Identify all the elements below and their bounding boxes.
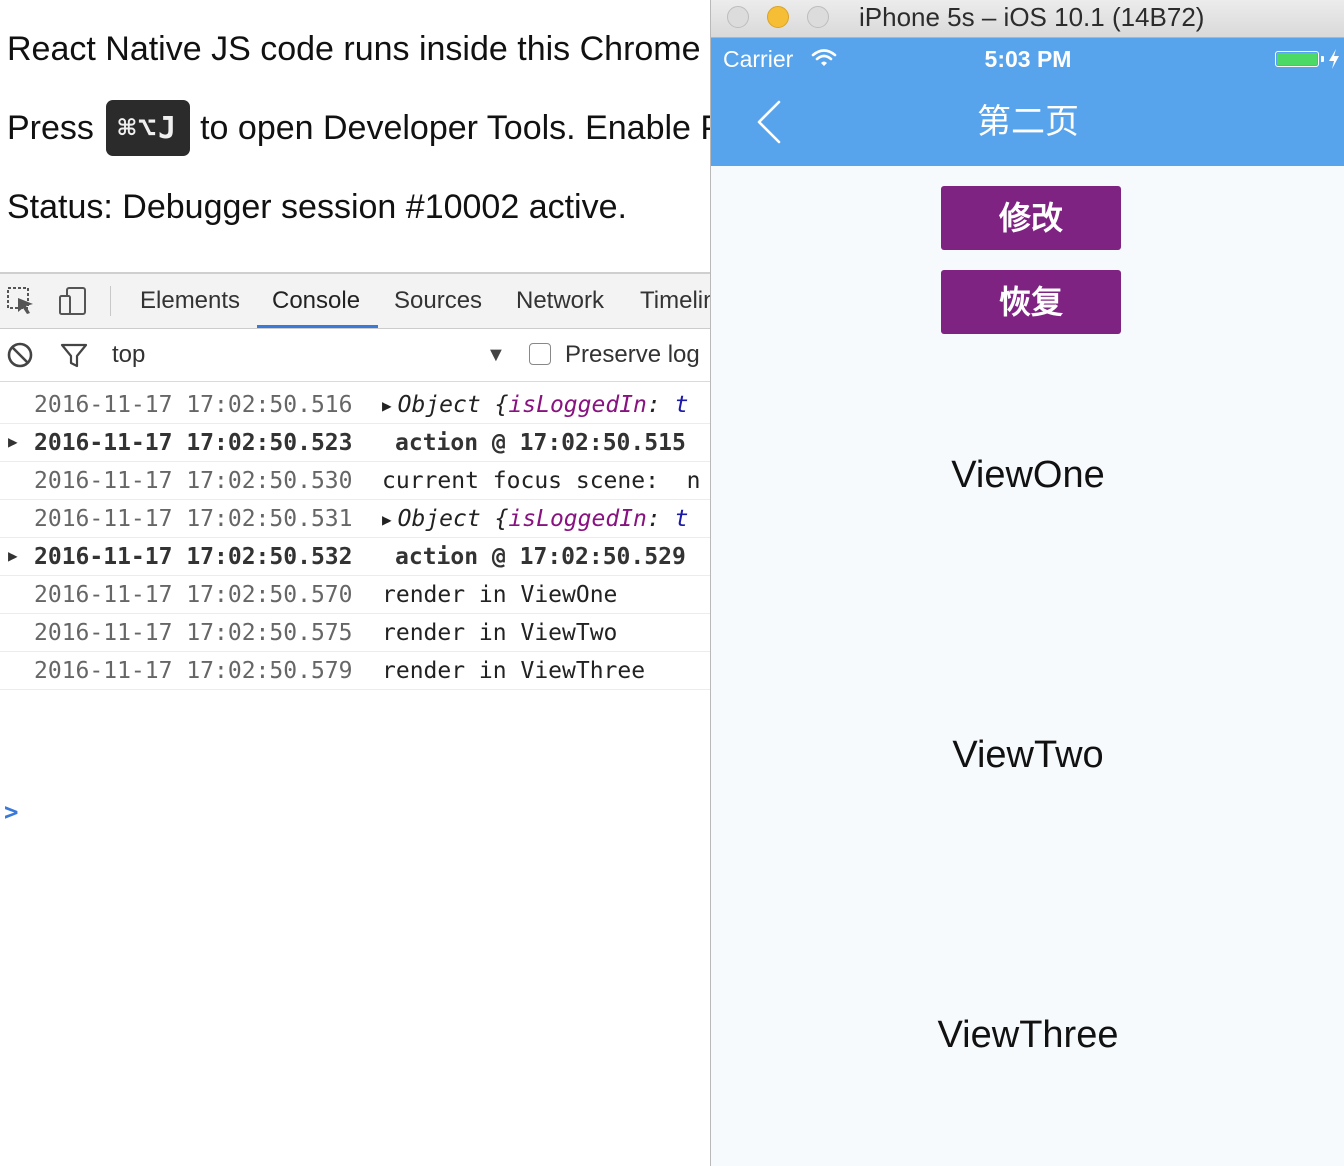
- close-window-button[interactable]: [727, 6, 749, 28]
- clear-console-icon[interactable]: [6, 341, 34, 369]
- tab-elements[interactable]: Elements: [140, 274, 240, 328]
- preserve-log-label: Preserve log: [565, 341, 700, 368]
- tab-network[interactable]: Network: [516, 274, 604, 328]
- console-row[interactable]: 2016-11-17 17:02:50.516 ▶ Object {isLogge…: [0, 386, 710, 424]
- console-row[interactable]: ▶ 2016-11-17 17:02:50.532 action @ 17:02…: [0, 538, 710, 576]
- console-row[interactable]: 2016-11-17 17:02:50.530 current focus sc…: [0, 462, 710, 500]
- log-timestamp: 2016-11-17 17:02:50.579: [34, 658, 353, 684]
- minimize-window-button[interactable]: [767, 6, 789, 28]
- tab-sources[interactable]: Sources: [394, 274, 482, 328]
- tab-timeline[interactable]: Timeline: [640, 274, 710, 328]
- intro-text: React Native JS code runs inside this Ch…: [7, 30, 710, 68]
- view-one-label: ViewOne: [951, 454, 1105, 496]
- log-timestamp: 2016-11-17 17:02:50.532: [34, 544, 353, 570]
- console-row[interactable]: 2016-11-17 17:02:50.570 render in ViewOn…: [0, 576, 710, 614]
- device-toolbar-icon[interactable]: [58, 286, 88, 316]
- log-timestamp: 2016-11-17 17:02:50.575: [34, 620, 353, 646]
- charging-bolt-icon: [1329, 49, 1339, 69]
- expand-triangle-icon[interactable]: ▶: [8, 432, 18, 451]
- active-tab-indicator: [257, 325, 378, 328]
- log-message: render in ViewTwo: [382, 620, 618, 646]
- filter-icon[interactable]: [60, 341, 88, 369]
- log-message: render in ViewThree: [382, 658, 646, 684]
- toolbar-divider: [110, 286, 111, 316]
- battery-icon: [1275, 51, 1319, 67]
- simulator-titlebar: iPhone 5s – iOS 10.1 (14B72): [711, 0, 1344, 38]
- battery-tip: [1321, 56, 1324, 62]
- log-message: action @ 17:02:50.515: [395, 430, 686, 456]
- simulator-title: iPhone 5s – iOS 10.1 (14B72): [859, 2, 1205, 32]
- nav-title: 第二页: [977, 103, 1079, 141]
- console-filterbar: top ▼ Preserve log: [0, 329, 710, 382]
- log-message: action @ 17:02:50.529: [395, 544, 686, 570]
- restore-button[interactable]: 恢复: [941, 270, 1121, 334]
- log-timestamp: 2016-11-17 17:02:50.570: [34, 582, 353, 608]
- inspect-element-icon[interactable]: [6, 286, 36, 316]
- shortcut-hint: Press ⌘⌥J to open Developer Tools. Enabl…: [7, 100, 710, 156]
- navigation-bar: 第二页: [711, 80, 1344, 166]
- status-time: 5:03 PM: [984, 46, 1072, 72]
- console-row[interactable]: 2016-11-17 17:02:50.531 ▶ Object {isLogge…: [0, 500, 710, 538]
- console-row[interactable]: 2016-11-17 17:02:50.579 render in ViewTh…: [0, 652, 710, 690]
- log-message: current focus scene: n: [382, 468, 701, 494]
- ios-status-bar: Carrier 5:03 PM: [711, 38, 1344, 80]
- context-selector[interactable]: top: [112, 329, 145, 381]
- dropdown-arrow-icon[interactable]: ▼: [486, 341, 506, 369]
- console-row[interactable]: ▶ 2016-11-17 17:02:50.523 action @ 17:02…: [0, 424, 710, 462]
- expand-triangle-icon[interactable]: ▶: [382, 396, 392, 415]
- console-row[interactable]: 2016-11-17 17:02:50.575 render in ViewTw…: [0, 614, 710, 652]
- shortcut-hint-text: to open Developer Tools. Enable Pause On…: [200, 108, 710, 147]
- log-timestamp: 2016-11-17 17:02:50.531: [34, 506, 353, 532]
- preserve-log-checkbox[interactable]: [529, 343, 551, 365]
- battery-level: [1277, 53, 1317, 65]
- zoom-window-button[interactable]: [807, 6, 829, 28]
- expand-triangle-icon[interactable]: ▶: [382, 510, 392, 529]
- devtools-panel: Elements Console Sources Network Timelin…: [0, 272, 710, 1166]
- ios-simulator-window: iPhone 5s – iOS 10.1 (14B72) Carrier 5:0…: [710, 0, 1344, 1166]
- debugger-page: React Native JS code runs inside this Ch…: [0, 0, 710, 1166]
- debugger-status: Status: Debugger session #10002 active.: [7, 188, 627, 226]
- log-timestamp: 2016-11-17 17:02:50.516: [34, 392, 353, 418]
- console-prompt[interactable]: >: [4, 798, 18, 826]
- console-messages: 2016-11-17 17:02:50.516 ▶ Object {isLogge…: [0, 386, 710, 826]
- view-three-label: ViewThree: [937, 1014, 1119, 1056]
- devtools-tabbar: Elements Console Sources Network Timelin…: [0, 274, 710, 329]
- view-two-label: ViewTwo: [952, 734, 1104, 776]
- modify-button[interactable]: 修改: [941, 186, 1121, 250]
- expand-triangle-icon[interactable]: ▶: [8, 546, 18, 565]
- log-message: render in ViewOne: [382, 582, 618, 608]
- log-timestamp: 2016-11-17 17:02:50.530: [34, 468, 353, 494]
- log-message: ▶ Object {isLoggedIn: t: [382, 392, 689, 418]
- log-timestamp: 2016-11-17 17:02:50.523: [34, 430, 353, 456]
- press-label: Press: [7, 108, 94, 147]
- tab-console[interactable]: Console: [272, 274, 360, 328]
- log-message: ▶ Object {isLoggedIn: t: [382, 506, 689, 532]
- shortcut-keycap: ⌘⌥J: [105, 100, 191, 156]
